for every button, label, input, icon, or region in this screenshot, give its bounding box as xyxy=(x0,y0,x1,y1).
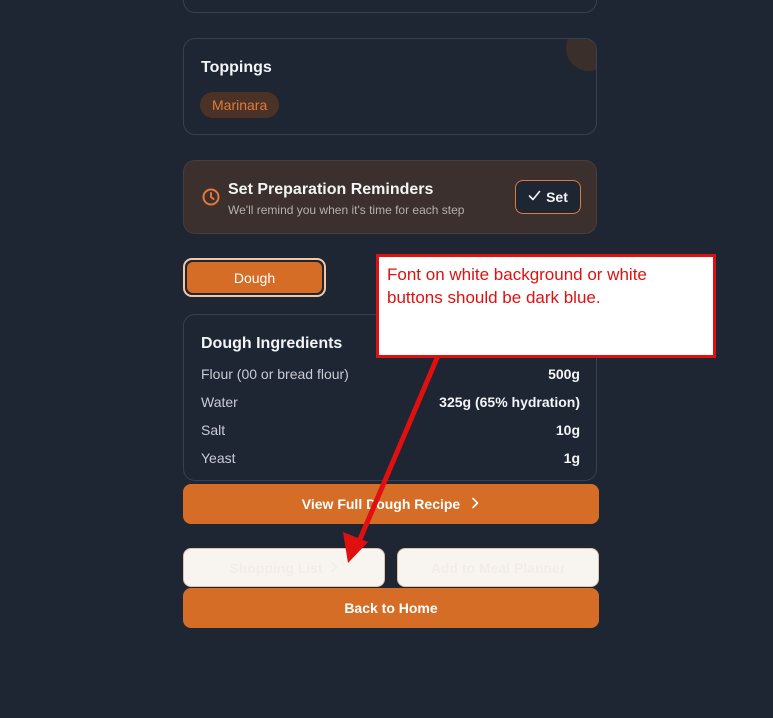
add-to-meal-planner-button[interactable]: Add to Meal Planner xyxy=(397,548,599,587)
ingredients-title: Dough Ingredients xyxy=(201,335,343,352)
toppings-title: Toppings xyxy=(201,59,272,76)
annotation-box: Font on white background or white button… xyxy=(376,254,716,358)
ingredient-row: Water 325g (65% hydration) xyxy=(201,392,580,412)
view-recipe-label: View Full Dough Recipe xyxy=(301,496,461,512)
reminder-subtitle: We'll remind you when it's time for each… xyxy=(228,203,465,217)
back-home-label: Back to Home xyxy=(344,600,438,616)
ingredient-row: Flour (00 or bread flour) 500g xyxy=(201,364,580,384)
chevron-right-icon xyxy=(329,560,339,576)
ingredient-row: Salt 10g xyxy=(201,420,580,440)
decorative-corner xyxy=(566,39,596,71)
previous-section-card xyxy=(183,0,597,13)
ingredient-value: 500g xyxy=(548,366,580,382)
chevron-right-icon xyxy=(470,496,480,512)
reminder-title: Set Preparation Reminders xyxy=(228,181,434,198)
ingredient-value: 10g xyxy=(555,422,580,438)
ingredient-value: 1g xyxy=(563,450,580,466)
ingredient-name: Salt xyxy=(201,422,226,438)
clock-icon xyxy=(201,187,221,207)
ingredient-name: Yeast xyxy=(201,450,236,466)
ingredient-name: Water xyxy=(201,394,238,410)
annotation-text: Font on white background or white button… xyxy=(387,265,647,307)
meal-planner-label: Add to Meal Planner xyxy=(430,559,566,576)
back-to-home-button[interactable]: Back to Home xyxy=(183,588,599,628)
ingredient-value: 325g (65% hydration) xyxy=(439,394,580,410)
reminder-card: Set Preparation Reminders We'll remind y… xyxy=(183,160,597,234)
view-full-recipe-button[interactable]: View Full Dough Recipe xyxy=(183,484,599,524)
shopping-list-button[interactable]: Shopping List xyxy=(183,548,385,587)
ingredient-name: Flour (00 or bread flour) xyxy=(201,366,349,382)
shopping-list-label: Shopping List xyxy=(229,559,323,576)
topping-chip: Marinara xyxy=(200,92,280,118)
tab-dough-label: Dough xyxy=(187,262,322,293)
ingredient-row: Yeast 1g xyxy=(201,448,580,468)
set-reminder-button[interactable]: Set xyxy=(515,180,581,214)
set-button-label: Set xyxy=(546,189,568,205)
tab-dough[interactable]: Dough xyxy=(183,258,326,297)
check-icon xyxy=(528,189,541,205)
toppings-card: Toppings Marinara xyxy=(183,38,597,135)
